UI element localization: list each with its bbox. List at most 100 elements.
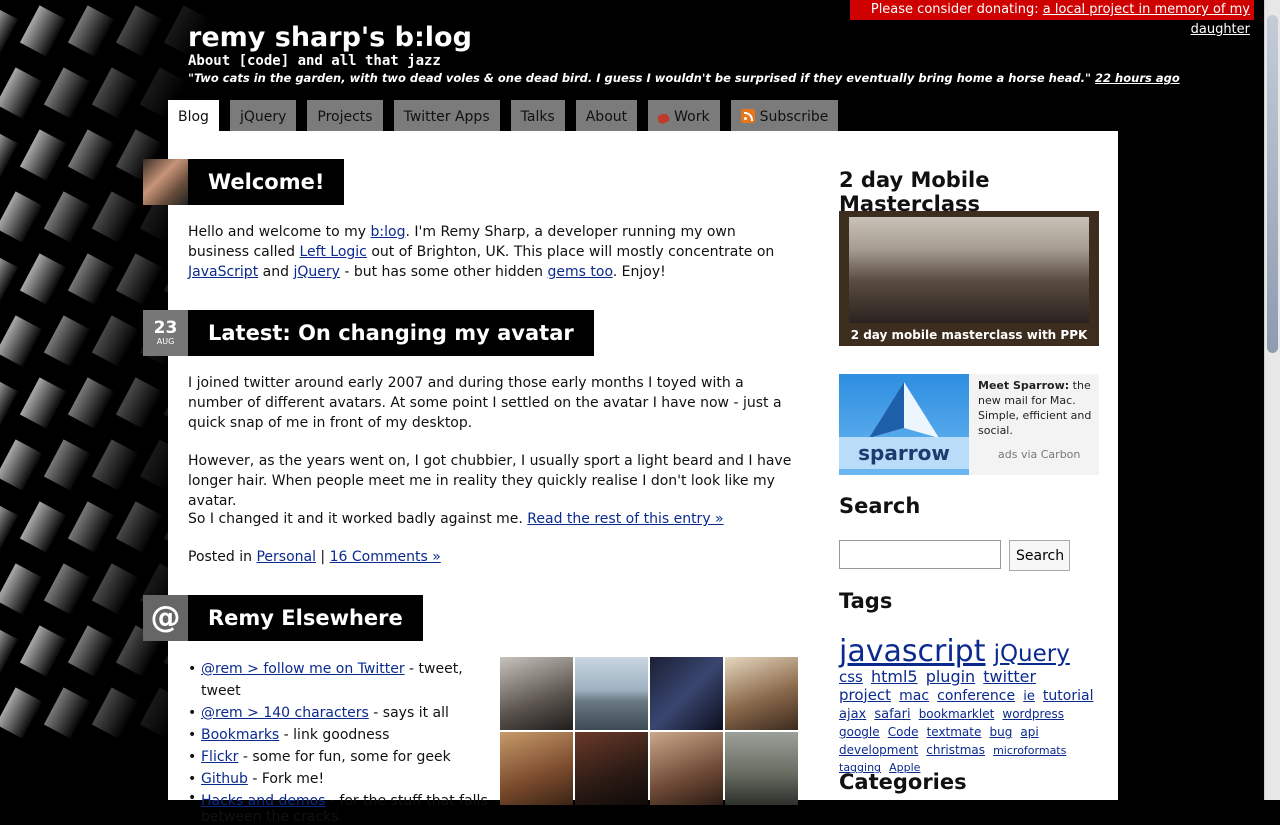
post-paragraph-1: I joined twitter around early 2007 and d… <box>188 375 782 431</box>
jquery-link[interactable]: jQuery <box>293 264 339 280</box>
nav-tabs: Blog jQuery Projects Twitter Apps Talks … <box>168 100 839 131</box>
flickr-photo[interactable] <box>650 732 723 805</box>
sparrow-wordmark: sparrow <box>839 437 969 469</box>
hacks-demos-link[interactable]: Hacks and demos <box>201 793 325 809</box>
flickr-link[interactable]: Flickr <box>201 749 238 765</box>
flickr-photo[interactable] <box>725 732 798 805</box>
tag-link[interactable]: html5 <box>871 667 918 686</box>
masterclass-photo <box>849 217 1089 323</box>
tag-link[interactable]: christmas <box>926 743 985 757</box>
tags-title: Tags <box>839 589 893 613</box>
tab-work[interactable]: Work <box>648 100 720 131</box>
sparrow-arrow-icon <box>869 382 939 438</box>
search-title: Search <box>839 494 921 518</box>
sparrow-logo: sparrow <box>839 374 969 475</box>
search-button[interactable]: Search <box>1009 540 1070 571</box>
elsewhere-heading: @ Remy Elsewhere <box>143 595 423 641</box>
welcome-title: Welcome! <box>188 159 345 205</box>
post-meta: Posted in Personal | 16 Comments » <box>188 549 441 565</box>
tag-link[interactable]: textmate <box>927 725 982 739</box>
tab-subscribe[interactable]: Subscribe <box>730 100 839 131</box>
scrollbar-thumb[interactable] <box>1267 15 1278 353</box>
tag-link[interactable]: plugin <box>926 667 975 686</box>
list-item: Bookmarks - link goodness <box>188 724 501 746</box>
donation-banner: Please consider donating: a local projec… <box>850 0 1254 37</box>
post-paragraph-3: So I changed it and it worked badly agai… <box>188 511 724 527</box>
tab-about[interactable]: About <box>575 100 638 131</box>
masterclass-caption: 2 day mobile masterclass with PPK <box>850 328 1088 342</box>
search-input[interactable] <box>839 540 1001 569</box>
tab-talks[interactable]: Talks <box>510 100 565 131</box>
gems-link[interactable]: gems too <box>548 264 613 280</box>
tag-link[interactable]: Code <box>888 725 919 739</box>
left-logic-link[interactable]: Left Logic <box>299 244 366 260</box>
tag-link[interactable]: project <box>839 686 891 704</box>
carbon-ad-text: Meet Sparrow: the new mail for Mac. Simp… <box>978 379 1092 437</box>
twitter-140-link[interactable]: @rem > 140 characters <box>201 705 369 721</box>
tab-twitter-apps[interactable]: Twitter Apps <box>393 100 500 131</box>
tag-icon <box>656 112 671 125</box>
category-link[interactable]: Personal <box>256 549 316 565</box>
github-link[interactable]: Github <box>201 771 248 787</box>
post-month: AUG <box>156 337 175 346</box>
tag-link[interactable]: conference <box>937 688 1015 704</box>
post-paragraph-2: However, as the years went on, I got chu… <box>188 453 792 509</box>
tag-link[interactable]: api <box>1020 725 1038 739</box>
donation-text: Please consider donating: <box>870 2 1039 17</box>
tab-jquery[interactable]: jQuery <box>229 100 297 131</box>
tag-link[interactable]: css <box>839 668 863 686</box>
post-title[interactable]: Latest: On changing my avatar <box>188 310 594 356</box>
tweet-time-link[interactable]: 22 hours ago <box>1095 71 1180 85</box>
tag-link[interactable]: microformats <box>993 744 1066 757</box>
twitter-follow-link[interactable]: @rem > follow me on Twitter <box>201 661 405 677</box>
tag-link[interactable]: google <box>839 725 880 739</box>
site-header: remy sharp's b:log About [code] and all … <box>188 20 1180 85</box>
tag-link[interactable]: twitter <box>983 667 1036 686</box>
tab-blog[interactable]: Blog <box>168 100 219 131</box>
tag-link[interactable]: safari <box>874 707 910 722</box>
rss-icon <box>740 109 755 123</box>
at-icon: @ <box>143 595 188 641</box>
flickr-photo[interactable] <box>575 657 648 730</box>
carbon-ad[interactable]: sparrow Meet Sparrow: the new mail for M… <box>839 374 1099 475</box>
flickr-photo[interactable] <box>575 732 648 805</box>
post-date-badge: 23 AUG <box>143 310 188 356</box>
flickr-photo[interactable] <box>650 657 723 730</box>
tag-link[interactable]: tutorial <box>1043 688 1094 704</box>
tag-link[interactable]: wordpress <box>1002 707 1064 721</box>
tag-link[interactable]: development <box>839 743 918 757</box>
tag-link[interactable]: bug <box>989 725 1012 739</box>
site-title[interactable]: remy sharp's b:log <box>188 20 1180 56</box>
welcome-heading: Welcome! <box>143 159 345 205</box>
carbon-via[interactable]: ads via Carbon <box>998 448 1080 461</box>
flickr-photos <box>500 657 800 805</box>
tag-link[interactable]: jQuery <box>994 641 1070 667</box>
list-item: Github - Fork me! <box>188 768 501 790</box>
site-tagline: About [code] and all that jazz <box>188 53 441 69</box>
tag-link[interactable]: ajax <box>839 707 866 722</box>
bookmarks-link[interactable]: Bookmarks <box>201 727 279 743</box>
tag-link[interactable]: mac <box>899 688 929 704</box>
flickr-photo[interactable] <box>725 657 798 730</box>
tag-cloud: javascript jQuery css html5 plugin twitt… <box>839 635 1099 775</box>
read-more-link[interactable]: Read the rest of this entry » <box>527 511 723 527</box>
avatar <box>143 159 188 205</box>
blog-link[interactable]: b:log <box>371 224 406 240</box>
tab-projects[interactable]: Projects <box>307 100 383 131</box>
tab-work-label: Work <box>674 109 710 125</box>
flickr-photo[interactable] <box>500 657 573 730</box>
comments-link[interactable]: 16 Comments » <box>330 549 441 565</box>
masterclass-ad[interactable]: 2 day mobile masterclass with PPK <box>839 211 1099 346</box>
latest-tweet: "Two cats in the garden, with two dead v… <box>188 71 1180 85</box>
post-day: 23 <box>153 318 178 338</box>
tag-link[interactable]: javascript <box>839 634 985 669</box>
elsewhere-title: Remy Elsewhere <box>188 595 423 641</box>
javascript-link[interactable]: JavaScript <box>188 264 258 280</box>
list-item: @rem > 140 characters - says it all <box>188 702 501 724</box>
flickr-photo[interactable] <box>500 732 573 805</box>
tab-subscribe-label: Subscribe <box>759 109 829 125</box>
scrollbar[interactable] <box>1264 0 1280 800</box>
tag-link[interactable]: ie <box>1023 689 1035 704</box>
welcome-text: Hello and welcome to my b:log. I'm Remy … <box>188 224 775 280</box>
tag-link[interactable]: bookmarklet <box>919 707 995 721</box>
